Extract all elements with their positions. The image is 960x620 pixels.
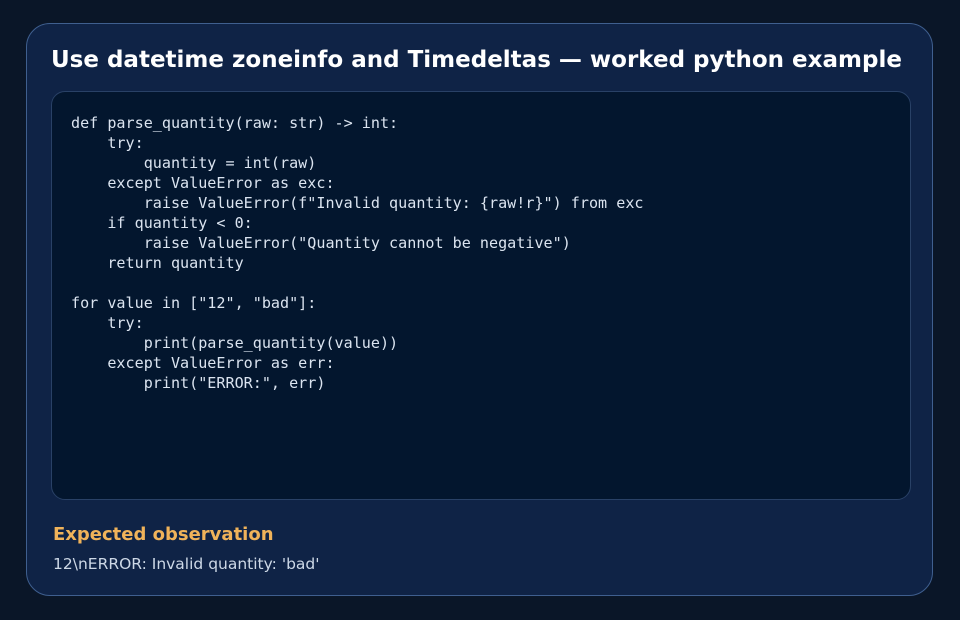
code-block[interactable]: def parse_quantity(raw: str) -> int: try… [51, 91, 911, 500]
observation-heading: Expected observation [53, 524, 274, 545]
code-text[interactable]: def parse_quantity(raw: str) -> int: try… [71, 113, 644, 393]
example-card: Use datetime zoneinfo and Timedeltas — w… [26, 23, 933, 596]
observation-text: 12\nERROR: Invalid quantity: 'bad' [53, 555, 320, 573]
page-title: Use datetime zoneinfo and Timedeltas — w… [51, 47, 902, 73]
